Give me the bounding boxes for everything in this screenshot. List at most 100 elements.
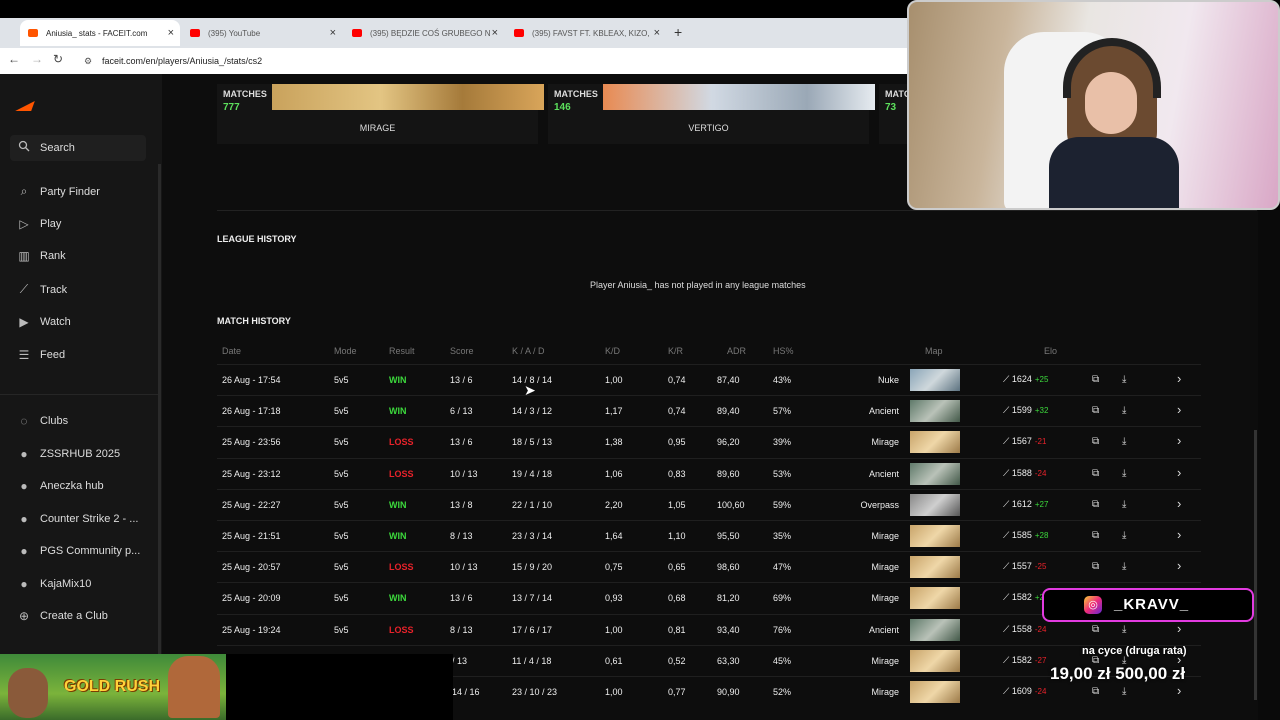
sidebar-club-item[interactable]: ⊕ Create a Club bbox=[16, 609, 108, 623]
column-header[interactable]: K/D bbox=[605, 346, 620, 356]
sidebar-item-feed[interactable]: ☰ Feed bbox=[16, 348, 65, 362]
match-row[interactable]: 25 Aug - 21:51 5v5 WIN 8 / 13 23 / 3 / 14 1,6… bbox=[217, 520, 1201, 551]
match-result: WIN bbox=[389, 531, 407, 541]
chevron-right-icon[interactable]: › bbox=[1177, 465, 1181, 480]
match-row[interactable]: 25 Aug - 22:27 5v5 WIN 13 / 8 22 / 1 / 10 2,2… bbox=[217, 488, 1201, 520]
column-header[interactable]: K/R bbox=[668, 346, 683, 356]
download-demo-icon[interactable]: ⤓ bbox=[1122, 624, 1126, 635]
donation-goal-label: na cyce (druga rata) bbox=[1082, 645, 1187, 657]
match-row[interactable]: 25 Aug - 23:12 5v5 LOSS 10 / 13 19 / 4 / 18 1… bbox=[217, 457, 1201, 489]
download-demo-icon[interactable]: ⤓ bbox=[1122, 436, 1126, 447]
chevron-right-icon[interactable]: › bbox=[1177, 683, 1181, 698]
faceit-logo[interactable] bbox=[15, 101, 35, 111]
sidebar-club-item[interactable]: ● PGS Community p... bbox=[16, 544, 140, 558]
match-kd: 1,00 bbox=[605, 375, 623, 385]
sidebar-club-item[interactable]: ● Counter Strike 2 - ... bbox=[16, 512, 138, 526]
download-demo-icon[interactable]: ⤓ bbox=[1122, 561, 1126, 572]
sidebar-club-item[interactable]: ● Aneczka hub bbox=[16, 479, 103, 493]
chevron-right-icon[interactable]: › bbox=[1177, 371, 1181, 386]
browser-tab[interactable]: (395) YouTube × bbox=[182, 20, 342, 46]
site-info-icon[interactable]: ⚙ bbox=[84, 56, 92, 67]
column-header[interactable]: HS% bbox=[773, 346, 794, 356]
sidebar-item-rank[interactable]: ▥ Rank bbox=[16, 249, 65, 263]
open-external-icon[interactable]: ⧉ bbox=[1092, 530, 1099, 541]
open-external-icon[interactable]: ⧉ bbox=[1092, 436, 1099, 447]
feed-icon: ☰ bbox=[18, 347, 30, 362]
sidebar-item-track[interactable]: ⟋ Track bbox=[16, 282, 67, 297]
column-header[interactable]: Mode bbox=[334, 346, 357, 356]
tab-close-icon[interactable]: × bbox=[330, 27, 336, 39]
open-external-icon[interactable]: ⧉ bbox=[1092, 499, 1099, 510]
match-result: LOSS bbox=[389, 468, 414, 479]
tab-close-icon[interactable]: × bbox=[492, 27, 498, 39]
open-external-icon[interactable]: ⧉ bbox=[1092, 561, 1099, 572]
download-demo-icon[interactable]: ⤓ bbox=[1122, 468, 1126, 479]
match-map-thumbnail bbox=[910, 681, 960, 703]
browser-tab[interactable]: Aniusia_ stats - FACEIT.com × bbox=[20, 20, 180, 46]
right-toolbar bbox=[1258, 210, 1280, 720]
sidebar-item-play[interactable]: ▷ Play bbox=[16, 217, 61, 231]
match-kad: 13 / 7 / 14 bbox=[512, 593, 553, 604]
download-demo-icon[interactable]: ⤓ bbox=[1122, 686, 1126, 697]
elo-trend-icon: ⟋ bbox=[1003, 405, 1012, 416]
forward-icon[interactable]: → bbox=[31, 52, 43, 66]
match-row[interactable]: 26 Aug - 17:18 5v5 WIN 6 / 13 14 / 3 / 12 1,1… bbox=[217, 395, 1201, 426]
chevron-right-icon[interactable]: › bbox=[1177, 433, 1181, 448]
new-tab-button[interactable]: + bbox=[674, 24, 682, 40]
download-demo-icon[interactable]: ⤓ bbox=[1122, 530, 1126, 541]
browser-tab[interactable]: (395) BĘDZIE COŚ GRUBEGO N × bbox=[344, 20, 504, 46]
map-matches-count: 73 bbox=[885, 102, 897, 113]
chevron-right-icon[interactable]: › bbox=[1177, 621, 1181, 636]
back-icon[interactable]: ← bbox=[8, 52, 20, 66]
match-row[interactable]: 25 Aug - 23:56 5v5 LOSS 13 / 6 18 / 5 / 13 1,… bbox=[217, 426, 1201, 457]
download-demo-icon[interactable]: ⤓ bbox=[1122, 374, 1126, 385]
column-header[interactable]: ADR bbox=[727, 346, 746, 356]
reload-icon[interactable]: ↻ bbox=[53, 52, 63, 66]
download-demo-icon[interactable]: ⤓ bbox=[1122, 499, 1126, 510]
sidebar-item-watch[interactable]: ▶ Watch bbox=[16, 315, 70, 329]
open-external-icon[interactable]: ⧉ bbox=[1092, 405, 1099, 416]
ad-title: GOLD RUSH bbox=[64, 678, 160, 695]
match-row[interactable]: 26 Aug - 17:54 5v5 WIN 13 / 6 14 / 8 / 14 1,0… bbox=[217, 364, 1201, 395]
open-external-icon[interactable]: ⧉ bbox=[1092, 624, 1099, 635]
chevron-right-icon[interactable]: › bbox=[1177, 558, 1181, 573]
match-adr: 63,30 bbox=[717, 655, 740, 666]
sidebar-club-item[interactable]: ● KajaMix10 bbox=[16, 577, 91, 591]
streamer bbox=[1049, 32, 1179, 208]
sidebar-club-item[interactable]: ◌ Clubs bbox=[16, 414, 68, 428]
chevron-right-icon[interactable]: › bbox=[1177, 496, 1181, 511]
match-elo: ⟋ 1582 -27 bbox=[1003, 655, 1046, 666]
sidebar-club-item[interactable]: ● ZSSRHUB 2025 bbox=[16, 447, 120, 461]
match-date: 26 Aug - 17:54 bbox=[222, 375, 281, 385]
match-map-name: Mirage bbox=[871, 593, 899, 604]
open-external-icon[interactable]: ⧉ bbox=[1092, 468, 1099, 479]
chevron-right-icon[interactable]: › bbox=[1177, 402, 1181, 417]
match-date: 25 Aug - 20:09 bbox=[222, 593, 281, 604]
search-input[interactable]: Search bbox=[10, 135, 146, 161]
sidebar-item-label: Create a Club bbox=[40, 610, 108, 622]
url-field[interactable]: ⚙ faceit.com/en/players/Aniusia_/stats/c… bbox=[78, 51, 898, 71]
column-header[interactable]: Elo bbox=[1044, 346, 1057, 356]
download-demo-icon[interactable]: ⤓ bbox=[1122, 405, 1126, 416]
elo-delta: +28 bbox=[1034, 531, 1049, 540]
tab-close-icon[interactable]: × bbox=[654, 27, 660, 39]
column-header[interactable]: Map bbox=[925, 346, 943, 356]
sidebar-scrollbar[interactable] bbox=[158, 164, 161, 684]
match-row[interactable]: 25 Aug - 20:57 5v5 LOSS 10 / 13 15 / 9 / 20 0… bbox=[217, 551, 1201, 582]
page-scrollbar[interactable] bbox=[1254, 430, 1257, 700]
chevron-right-icon[interactable]: › bbox=[1177, 527, 1181, 542]
browser-tab[interactable]: (395) FAVST FT. KBLEAX, KIZO, × bbox=[506, 20, 666, 46]
column-header[interactable]: Date bbox=[222, 346, 241, 356]
column-header[interactable]: Score bbox=[450, 346, 474, 356]
elo-trend-icon: ⟋ bbox=[1003, 654, 1012, 665]
column-header[interactable]: Result bbox=[389, 346, 415, 356]
tab-close-icon[interactable]: × bbox=[168, 27, 174, 39]
sidebar-item-party-finder[interactable]: ⌕ Party Finder bbox=[16, 184, 100, 199]
match-adr: 89,60 bbox=[717, 468, 740, 479]
match-mode: 5v5 bbox=[334, 499, 349, 510]
open-external-icon[interactable]: ⧉ bbox=[1092, 686, 1099, 697]
open-external-icon[interactable]: ⧉ bbox=[1092, 374, 1099, 385]
url-text: faceit.com/en/players/Aniusia_/stats/cs2 bbox=[102, 56, 263, 66]
column-header[interactable]: K / A / D bbox=[512, 346, 545, 356]
elo-value: 1599 bbox=[1011, 405, 1032, 416]
